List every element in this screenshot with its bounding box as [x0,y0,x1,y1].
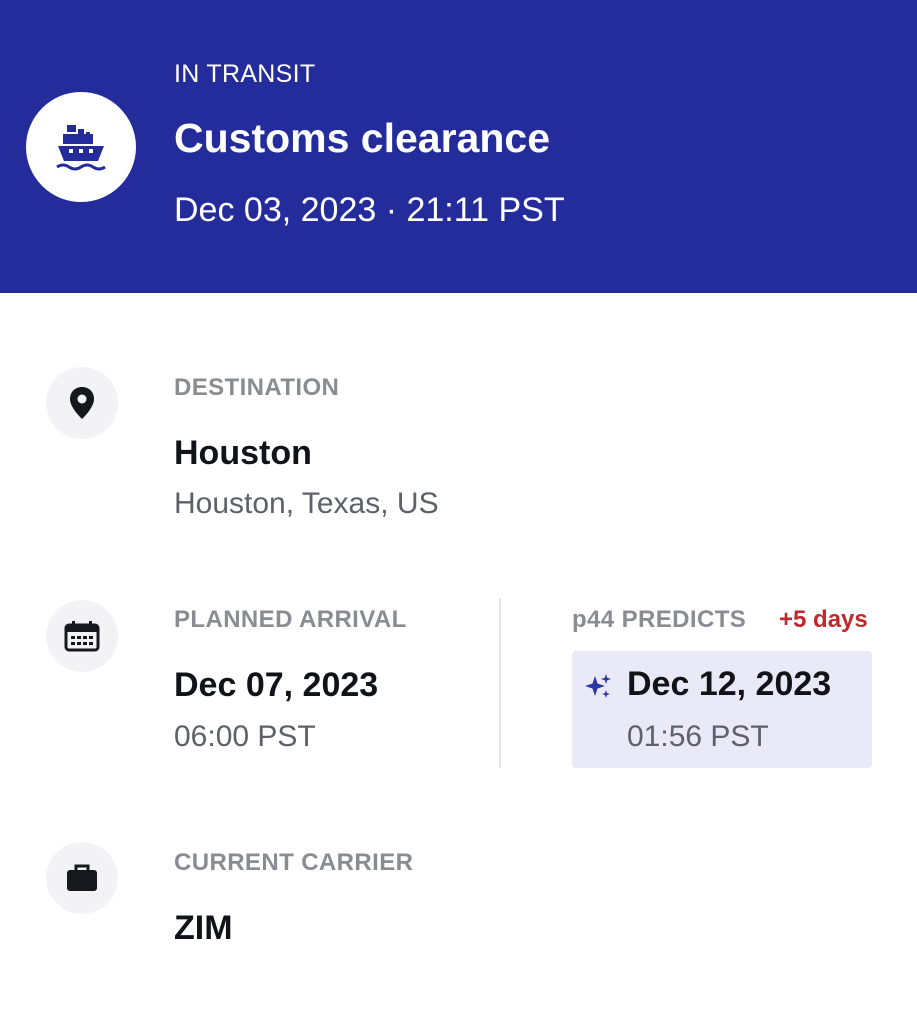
arrival-icon-badge [46,600,118,672]
sparkle-icon [585,674,611,698]
planned-arrival-date: Dec 07, 2023 [174,666,379,704]
calendar-icon [64,621,100,652]
cargo-ship-icon [56,125,106,171]
status-header: IN TRANSIT Customs clearance Dec 03, 202… [0,0,917,293]
prediction-label: p44 PREDICTS [572,606,747,633]
planned-arrival-label: PLANNED ARRIVAL [174,606,407,633]
map-pin-icon [70,387,94,419]
destination-detail: Houston, Texas, US [174,487,439,520]
predicted-arrival-time: 01:56 PST [627,720,769,753]
destination-icon-badge [46,367,118,439]
current-carrier-name: ZIM [174,909,233,947]
current-carrier-label: CURRENT CARRIER [174,849,414,876]
status-icon-badge [26,92,136,202]
destination-name: Houston [174,434,312,472]
status-label: IN TRANSIT [174,60,316,88]
status-title: Customs clearance [174,115,551,161]
carrier-icon-badge [46,842,118,914]
column-divider [499,598,501,768]
predicted-arrival-card: Dec 12, 2023 01:56 PST [572,651,872,768]
briefcase-icon [67,864,97,891]
status-timestamp: Dec 03, 2023 · 21:11 PST [174,191,565,229]
delay-badge: +5 days [779,606,868,633]
predicted-arrival-date: Dec 12, 2023 [627,665,832,703]
destination-label: DESTINATION [174,374,340,401]
planned-arrival-time: 06:00 PST [174,720,316,753]
